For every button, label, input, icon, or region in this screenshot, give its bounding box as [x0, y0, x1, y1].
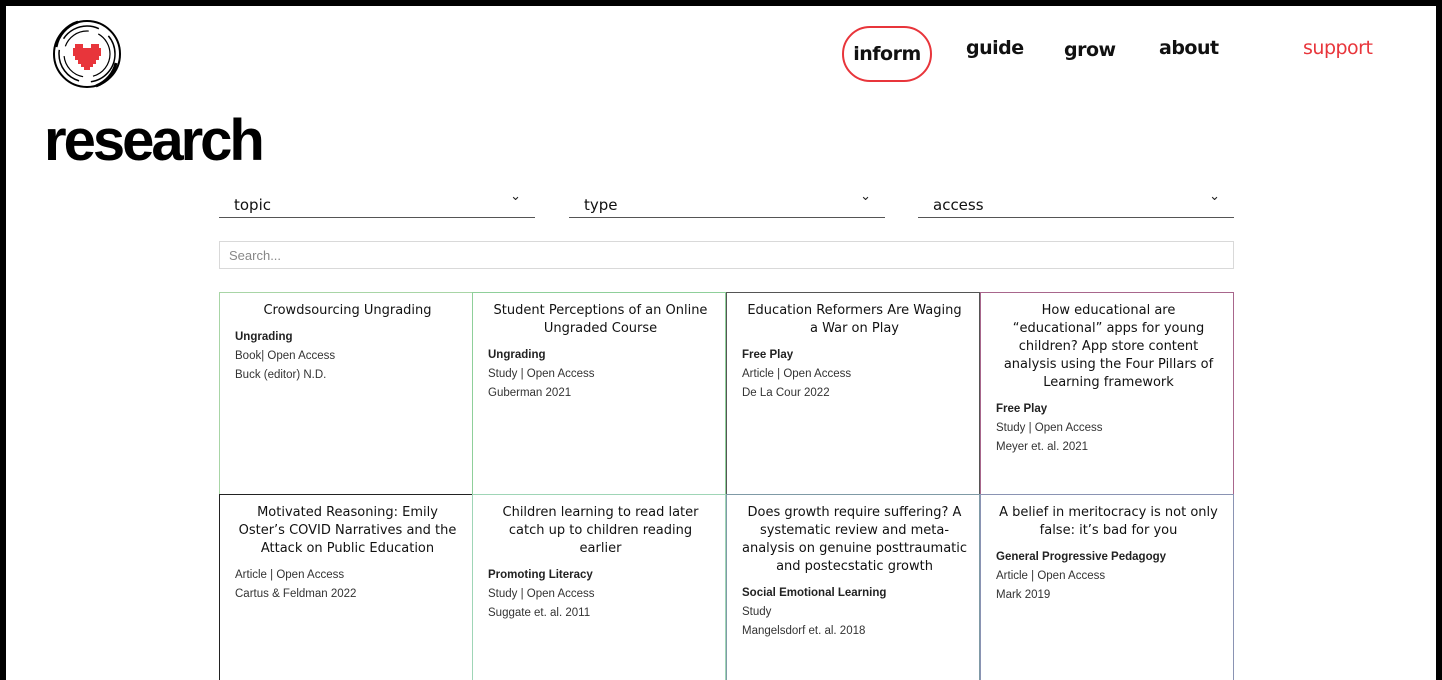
card-type: Study | Open Access: [488, 368, 595, 380]
research-grid: Crowdsourcing Ungrading Ungrading Book| …: [219, 292, 1234, 680]
card-type: Book| Open Access: [235, 350, 336, 362]
card-topic: General Progressive Pedagogy: [996, 551, 1167, 563]
card-author: De La Cour 2022: [742, 387, 830, 399]
card-topic: Free Play: [996, 403, 1048, 415]
nav-grow[interactable]: grow: [1064, 22, 1116, 78]
research-card[interactable]: How educational are “educational” apps f…: [980, 292, 1234, 495]
access-filter-label: access: [933, 196, 984, 214]
chevron-down-icon: ⌄: [1209, 189, 1220, 204]
research-card[interactable]: Student Perceptions of an Online Ungrade…: [472, 292, 726, 495]
card-type: Article | Open Access: [235, 569, 345, 581]
research-card[interactable]: Does growth require suffering? A systema…: [726, 494, 980, 680]
card-title: How educational are “educational” apps f…: [1003, 303, 1214, 390]
card-topic: Ungrading: [235, 331, 293, 343]
page-title: research: [44, 108, 265, 173]
nav-about[interactable]: about: [1159, 20, 1219, 76]
card-title: Education Reformers Are Waging a War on …: [747, 303, 962, 336]
card-topic: Social Emotional Learning: [742, 587, 887, 599]
page-frame: inform guide grow about support research…: [6, 6, 1436, 680]
card-topic: Free Play: [742, 349, 794, 361]
card-title: Crowdsourcing Ungrading: [263, 303, 432, 318]
card-author: Suggate et. al. 2011: [488, 607, 591, 619]
search-input[interactable]: [219, 241, 1234, 269]
card-title: A belief in meritocracy is not only fals…: [999, 505, 1218, 538]
card-author: Mangelsdorf et. al. 2018: [742, 625, 866, 637]
card-author: Meyer et. al. 2021: [996, 441, 1089, 453]
card-type: Study | Open Access: [488, 588, 595, 600]
card-author: Buck (editor) N.D.: [235, 369, 327, 381]
card-title: Does growth require suffering? A systema…: [742, 505, 968, 574]
card-type: Study: [742, 606, 772, 618]
card-topic: Promoting Literacy: [488, 569, 593, 581]
main-nav: inform guide grow about support: [6, 26, 1436, 82]
type-filter[interactable]: type ⌄: [569, 189, 885, 218]
card-type: Article | Open Access: [742, 368, 852, 380]
topic-filter[interactable]: topic ⌄: [219, 189, 535, 218]
access-filter[interactable]: access ⌄: [918, 189, 1234, 218]
card-author: Mark 2019: [996, 589, 1051, 601]
card-author: Guberman 2021: [488, 387, 572, 399]
chevron-down-icon: ⌄: [510, 189, 521, 204]
nav-guide[interactable]: guide: [966, 20, 1024, 76]
card-type: Study | Open Access: [996, 422, 1103, 434]
nav-inform[interactable]: inform: [842, 26, 932, 82]
nav-support[interactable]: support: [1303, 20, 1373, 76]
research-card[interactable]: Crowdsourcing Ungrading Ungrading Book| …: [219, 292, 473, 495]
chevron-down-icon: ⌄: [860, 189, 871, 204]
research-card[interactable]: A belief in meritocracy is not only fals…: [980, 494, 1234, 680]
card-title: Student Perceptions of an Online Ungrade…: [493, 303, 708, 336]
research-card[interactable]: Education Reformers Are Waging a War on …: [726, 292, 980, 495]
card-topic: Ungrading: [488, 349, 546, 361]
topic-filter-label: topic: [234, 196, 271, 214]
card-title: Children learning to read later catch up…: [502, 505, 699, 556]
research-card[interactable]: Motivated Reasoning: Emily Oster’s COVID…: [219, 494, 473, 680]
card-type: Article | Open Access: [996, 570, 1106, 582]
card-author: Cartus & Feldman 2022: [235, 588, 357, 600]
card-title: Motivated Reasoning: Emily Oster’s COVID…: [238, 505, 457, 556]
research-card[interactable]: Children learning to read later catch up…: [472, 494, 726, 680]
type-filter-label: type: [584, 196, 618, 214]
